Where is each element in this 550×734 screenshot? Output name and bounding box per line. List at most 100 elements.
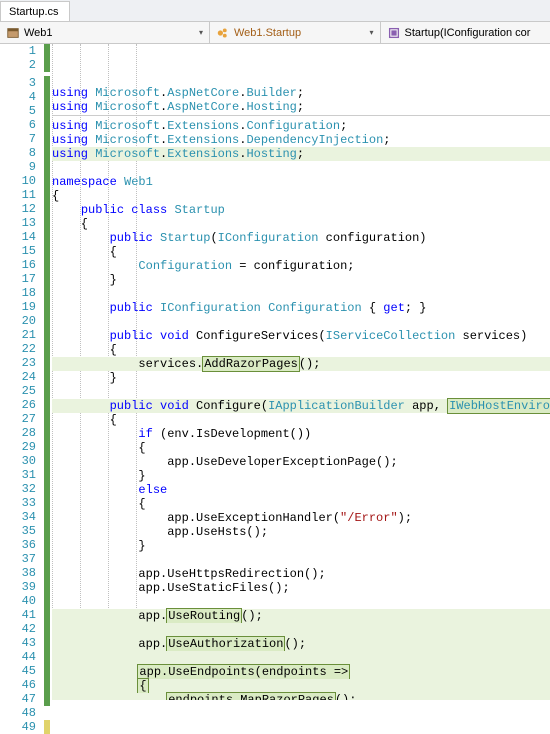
line-number: 28 — [0, 426, 36, 440]
line-number: 45 — [0, 664, 36, 678]
line-number: 44 — [0, 650, 36, 664]
code-area[interactable]: using Microsoft.AspNetCore.Builder;using… — [50, 44, 550, 700]
code-line[interactable]: if (env.IsDevelopment()) — [52, 427, 550, 441]
line-number: 47 — [0, 692, 36, 706]
code-line[interactable] — [52, 287, 550, 301]
code-line[interactable]: app.UseHsts(); — [52, 525, 550, 539]
member-dropdown[interactable]: Startup(IConfiguration cor — [381, 22, 550, 43]
code-line[interactable]: using Microsoft.Extensions.Configuration… — [52, 119, 550, 133]
code-line[interactable]: else — [52, 483, 550, 497]
code-line[interactable]: } — [52, 273, 550, 287]
line-number: 24 — [0, 370, 36, 384]
line-number: 25 — [0, 384, 36, 398]
code-line[interactable]: Configuration = configuration; — [52, 259, 550, 273]
line-number: 43 — [0, 636, 36, 650]
line-number: 6 — [0, 118, 36, 132]
tab-title: Startup.cs — [9, 6, 59, 18]
code-line[interactable]: { — [52, 497, 550, 511]
code-line[interactable]: { — [52, 679, 550, 693]
code-line[interactable]: app.UseAuthorization(); — [52, 637, 550, 651]
code-line[interactable]: app.UseHttpsRedirection(); — [52, 567, 550, 581]
line-number: 15 — [0, 244, 36, 258]
code-line[interactable]: using Microsoft.Extensions.Hosting; — [52, 147, 550, 161]
code-line[interactable]: using Microsoft.AspNetCore.Builder; — [52, 86, 550, 100]
line-number: 34 — [0, 510, 36, 524]
line-number: 36 — [0, 538, 36, 552]
class-dropdown-label: Web1.Startup — [234, 27, 301, 39]
code-line[interactable]: app.UseEndpoints(endpoints => — [52, 665, 550, 679]
code-editor[interactable]: 1234567891011121314151617181920212223242… — [0, 44, 550, 700]
code-line[interactable]: endpoints.MapRazorPages(); — [52, 693, 550, 700]
document-tab-startup[interactable]: Startup.cs — [0, 1, 70, 21]
code-line[interactable]: services.AddRazorPages(); — [52, 357, 550, 371]
code-line[interactable] — [52, 623, 550, 637]
code-line[interactable]: app.UseDeveloperExceptionPage(); — [52, 455, 550, 469]
change-mark — [44, 706, 50, 720]
code-line[interactable]: app.UseRouting(); — [52, 609, 550, 623]
class-dropdown[interactable]: Web1.Startup ▾ — [210, 22, 381, 43]
code-line[interactable]: public void Configure(IApplicationBuilde… — [52, 399, 550, 413]
line-number: 38 — [0, 566, 36, 580]
code-line[interactable]: { — [52, 245, 550, 259]
chevron-down-icon: ▾ — [365, 28, 373, 37]
code-line[interactable]: } — [52, 469, 550, 483]
code-line[interactable] — [52, 161, 550, 175]
project-icon — [6, 26, 20, 40]
code-line[interactable]: app.UseExceptionHandler("/Error"); — [52, 511, 550, 525]
code-line[interactable]: { — [52, 189, 550, 203]
member-dropdown-label: Startup(IConfiguration cor — [405, 27, 531, 39]
code-line[interactable] — [52, 315, 550, 329]
project-dropdown-label: Web1 — [24, 27, 53, 39]
line-number: 4 — [0, 90, 36, 104]
line-number: 16 — [0, 258, 36, 272]
line-number: 10 — [0, 174, 36, 188]
code-line[interactable]: public IConfiguration Configuration { ge… — [52, 301, 550, 315]
code-line[interactable]: { — [52, 441, 550, 455]
line-number: 1 — [0, 44, 36, 58]
line-number: 22 — [0, 342, 36, 356]
code-line[interactable]: using Microsoft.Extensions.DependencyInj… — [52, 133, 550, 147]
line-number: 11 — [0, 188, 36, 202]
code-line[interactable] — [52, 385, 550, 399]
line-number: 35 — [0, 524, 36, 538]
line-number: 12 — [0, 202, 36, 216]
code-line[interactable]: public void ConfigureServices(IServiceCo… — [52, 329, 550, 343]
line-number: 7 — [0, 132, 36, 146]
line-number: 18 — [0, 286, 36, 300]
change-mark — [44, 720, 50, 734]
line-number: 13 — [0, 216, 36, 230]
line-number: 48 — [0, 706, 36, 720]
code-line[interactable] — [52, 553, 550, 567]
code-line[interactable] — [52, 595, 550, 609]
code-line[interactable]: { — [52, 413, 550, 427]
code-line[interactable]: using Microsoft.AspNetCore.Hosting; — [52, 100, 550, 114]
line-number: 2 — [0, 58, 36, 72]
code-line[interactable]: } — [52, 371, 550, 385]
code-line[interactable]: { — [52, 343, 550, 357]
line-number: 29 — [0, 440, 36, 454]
line-number: 33 — [0, 496, 36, 510]
line-number: 41 — [0, 608, 36, 622]
line-number: 14 — [0, 230, 36, 244]
navigation-bar: Web1 ▾ Web1.Startup ▾ Startup(IConfigura… — [0, 22, 550, 44]
code-line[interactable]: public Startup(IConfiguration configurat… — [52, 231, 550, 245]
code-line[interactable]: } — [52, 539, 550, 553]
line-number: 40 — [0, 594, 36, 608]
line-number: 20 — [0, 314, 36, 328]
code-line[interactable]: app.UseStaticFiles(); — [52, 581, 550, 595]
line-number: 3 — [0, 76, 36, 90]
line-number: 17 — [0, 272, 36, 286]
line-number: 31 — [0, 468, 36, 482]
line-number: 49 — [0, 720, 36, 734]
line-number: 27 — [0, 412, 36, 426]
code-line[interactable]: namespace Web1 — [52, 175, 550, 189]
code-line[interactable]: public class Startup — [52, 203, 550, 217]
chevron-down-icon: ▾ — [195, 28, 203, 37]
line-number: 39 — [0, 580, 36, 594]
project-dropdown[interactable]: Web1 ▾ — [0, 22, 210, 43]
line-number: 26 — [0, 398, 36, 412]
line-number-gutter: 1234567891011121314151617181920212223242… — [0, 44, 44, 700]
code-line[interactable] — [52, 651, 550, 665]
document-tab-bar: Startup.cs — [0, 0, 550, 22]
code-line[interactable]: { — [52, 217, 550, 231]
